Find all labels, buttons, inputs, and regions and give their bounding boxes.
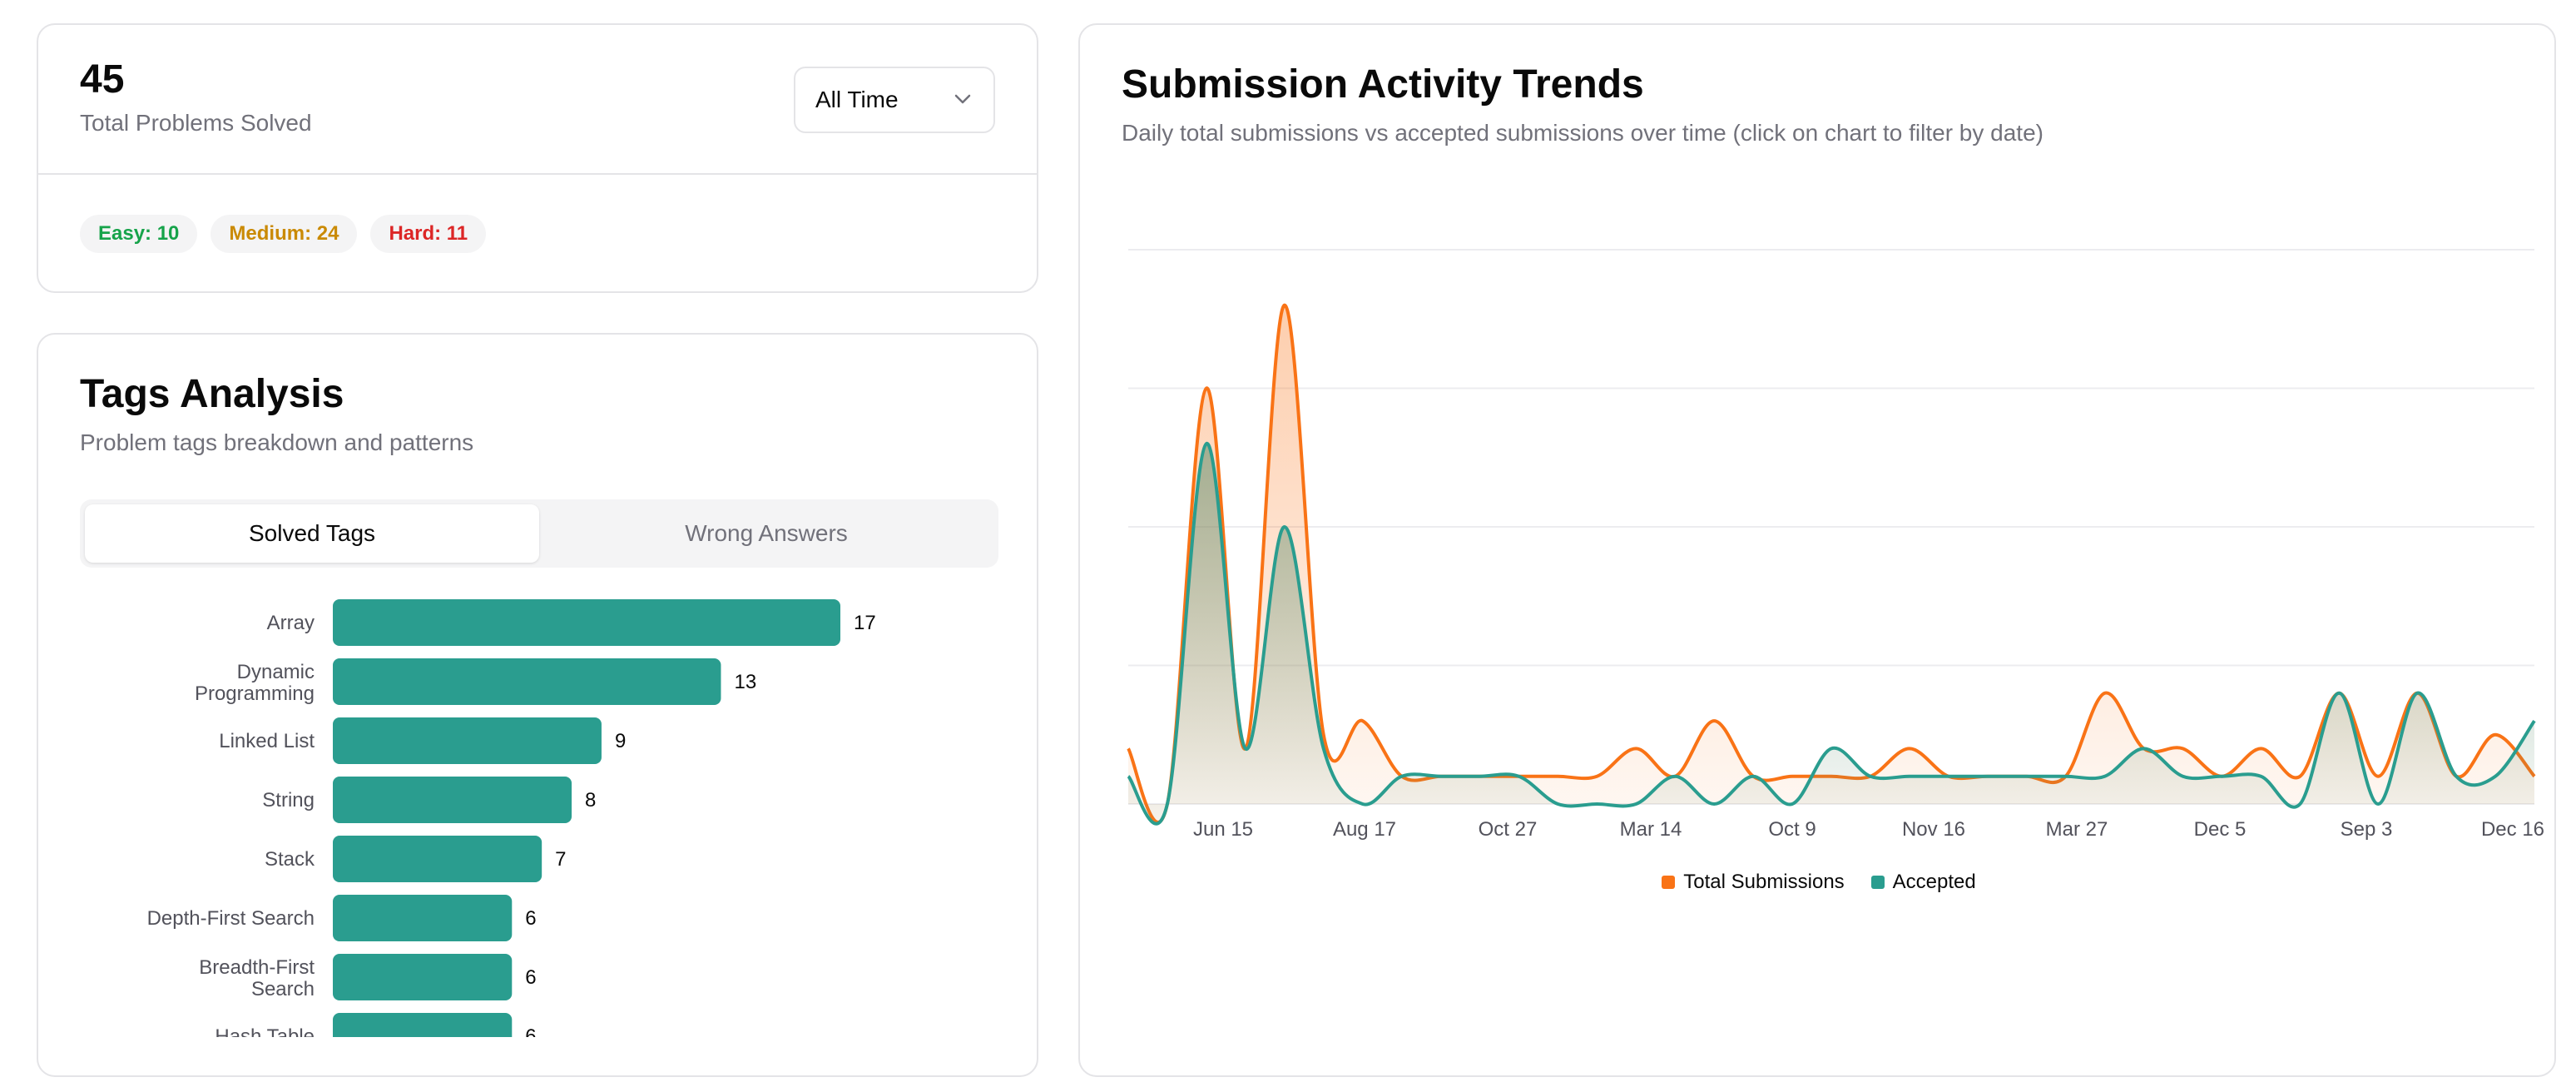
- tag-label: Linked List: [219, 730, 315, 752]
- x-tick-label: Oct 27: [1479, 818, 1538, 841]
- tag-bar[interactable]: [333, 658, 721, 705]
- tag-bar[interactable]: [333, 717, 602, 764]
- time-range-value: All Time: [815, 87, 899, 112]
- tab-solved-tags[interactable]: Solved Tags: [85, 504, 539, 563]
- legend-label-total: Total Submissions: [1683, 871, 1845, 893]
- trend-legend: Total Submissions Accepted: [1080, 871, 2554, 894]
- tag-label: String: [262, 789, 315, 812]
- time-range-select[interactable]: All Time: [794, 67, 995, 133]
- tags-tabs: Solved Tags Wrong Answers: [80, 499, 998, 568]
- submission-trend-chart[interactable]: Jun 15 Aug 17 Oct 27 Mar 14 Oct 9 Nov 16 Mar 2…: [1080, 25, 2556, 857]
- tags-subtitle: Problem tags breakdown and patterns: [80, 429, 474, 455]
- x-tick-label: Nov 16: [1902, 818, 1965, 841]
- difficulty-badges: Easy: 10 Medium: 24 Hard: 11: [80, 215, 487, 253]
- tag-value-label: 13: [734, 671, 756, 693]
- tag-label: Depth-First Search: [147, 907, 315, 930]
- tag-value-label: 9: [615, 730, 626, 752]
- tags-analysis-card: Tags Analysis Problem tags breakdown and…: [37, 333, 1038, 1077]
- legend-total-submissions[interactable]: Total Submissions: [1662, 871, 1845, 894]
- tab-wrong-answers[interactable]: Wrong Answers: [539, 504, 993, 563]
- x-tick-label: Jun 15: [1193, 818, 1253, 841]
- tag-value-label: 6: [525, 1025, 536, 1037]
- legend-swatch-total: [1662, 876, 1676, 889]
- tag-bar[interactable]: [333, 836, 542, 882]
- tag-label: Array: [267, 612, 315, 634]
- x-tick-label: Dec 16: [2481, 818, 2544, 841]
- medium-badge: Medium: 24: [211, 215, 358, 253]
- easy-badge: Easy: 10: [80, 215, 198, 253]
- tags-chart-container: Array 17 Dynamic Programming 13 Linked List 9 S…: [38, 584, 1037, 1037]
- tag-bar[interactable]: [333, 895, 513, 941]
- tag-bar[interactable]: [333, 954, 513, 1000]
- chevron-down-icon: [954, 94, 971, 104]
- tags-bar-chart: Array 17 Dynamic Programming 13 Linked List 9 S…: [147, 599, 876, 1037]
- tag-label: Breadth-First Search: [199, 956, 315, 1000]
- tag-bar[interactable]: [333, 1013, 513, 1037]
- tag-value-label: 17: [854, 612, 876, 634]
- x-tick-label: Oct 9: [1768, 818, 1816, 841]
- hard-badge: Hard: 11: [370, 215, 487, 253]
- legend-accepted[interactable]: Accepted: [1870, 871, 1976, 894]
- submission-trends-card: Submission Activity Trends Daily total s…: [1078, 23, 2556, 1077]
- tag-value-label: 6: [525, 907, 536, 930]
- tag-value-label: 7: [555, 848, 566, 871]
- tag-bar[interactable]: [333, 777, 572, 823]
- x-tick-label: Aug 17: [1333, 818, 1396, 841]
- legend-swatch-accepted: [1870, 876, 1885, 889]
- x-tick-label: Mar 14: [1620, 818, 1682, 841]
- tag-label: Dynamic Programming: [195, 661, 315, 705]
- legend-label-accepted: Accepted: [1892, 871, 1976, 893]
- total-solved-count: 45: [80, 57, 125, 102]
- tag-value-label: 8: [585, 789, 596, 812]
- summary-card: 45 Total Problems Solved All Time Easy: …: [37, 23, 1038, 293]
- tag-value-label: 6: [525, 966, 536, 989]
- tag-label: Stack: [265, 848, 315, 871]
- x-tick-label: Mar 27: [2046, 818, 2108, 841]
- total-solved-label: Total Problems Solved: [80, 110, 312, 136]
- x-tick-label: Dec 5: [2194, 818, 2247, 841]
- summary-header: 45 Total Problems Solved All Time: [38, 25, 1037, 175]
- tag-label: Hash Table: [215, 1025, 315, 1037]
- tags-title: Tags Analysis: [80, 372, 344, 416]
- x-tick-label: Sep 3: [2341, 818, 2393, 841]
- tag-bar[interactable]: [333, 599, 840, 646]
